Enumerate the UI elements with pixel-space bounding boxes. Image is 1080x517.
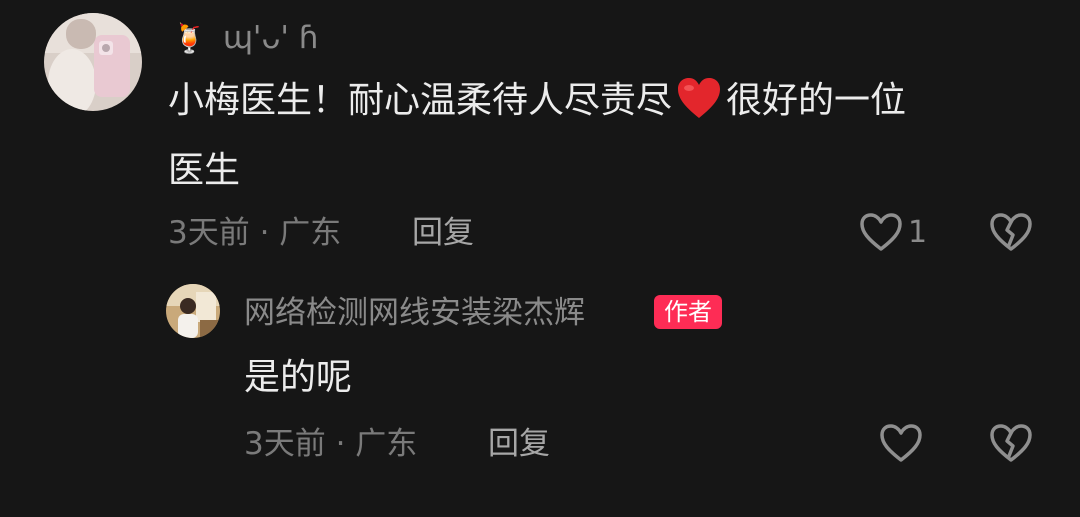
reply-dislike-button[interactable] (988, 420, 1036, 468)
comment-username[interactable]: 🍹 ɰ'ᴗ' ɦ (172, 18, 318, 59)
comment-text-line2: 医生 (168, 150, 241, 191)
comment-reply-button[interactable]: 回复 (412, 213, 474, 253)
reply-timestamp-location: 3天前 · 广东 (244, 426, 418, 462)
red-heart-emoji-icon (676, 76, 722, 140)
comment-like-button[interactable]: 1 (856, 209, 946, 257)
heart-outline-icon (880, 424, 922, 462)
broken-heart-icon (990, 424, 1032, 462)
heart-outline-icon (860, 213, 902, 251)
reply-like-button[interactable] (878, 420, 926, 468)
comment-like-count: 1 (908, 215, 928, 250)
comment-text-part2: 很好的一位 (726, 80, 907, 121)
reply-avatar[interactable] (166, 284, 220, 338)
comment-dislike-button[interactable] (988, 209, 1036, 257)
broken-heart-icon (990, 213, 1032, 251)
comment-text-part1: 小梅医生！耐心温柔待人尽责尽 (168, 80, 673, 121)
reply-username[interactable]: 网络检测网线安装梁杰辉 (244, 293, 585, 333)
author-badge: 作者 (654, 295, 722, 329)
comment-timestamp-location: 3天前 · 广东 (168, 215, 342, 251)
reply-text: 是的呢 (244, 357, 353, 398)
comment-text: 小梅医生！耐心温柔待人尽责尽 很好的一位医生 (168, 70, 1048, 202)
cocktail-emoji-icon: 🍹 (172, 22, 207, 55)
reply-reply-button[interactable]: 回复 (488, 424, 550, 464)
comment-username-text: ɰ'ᴗ' ɦ (222, 20, 319, 56)
comment-avatar[interactable] (44, 13, 142, 111)
